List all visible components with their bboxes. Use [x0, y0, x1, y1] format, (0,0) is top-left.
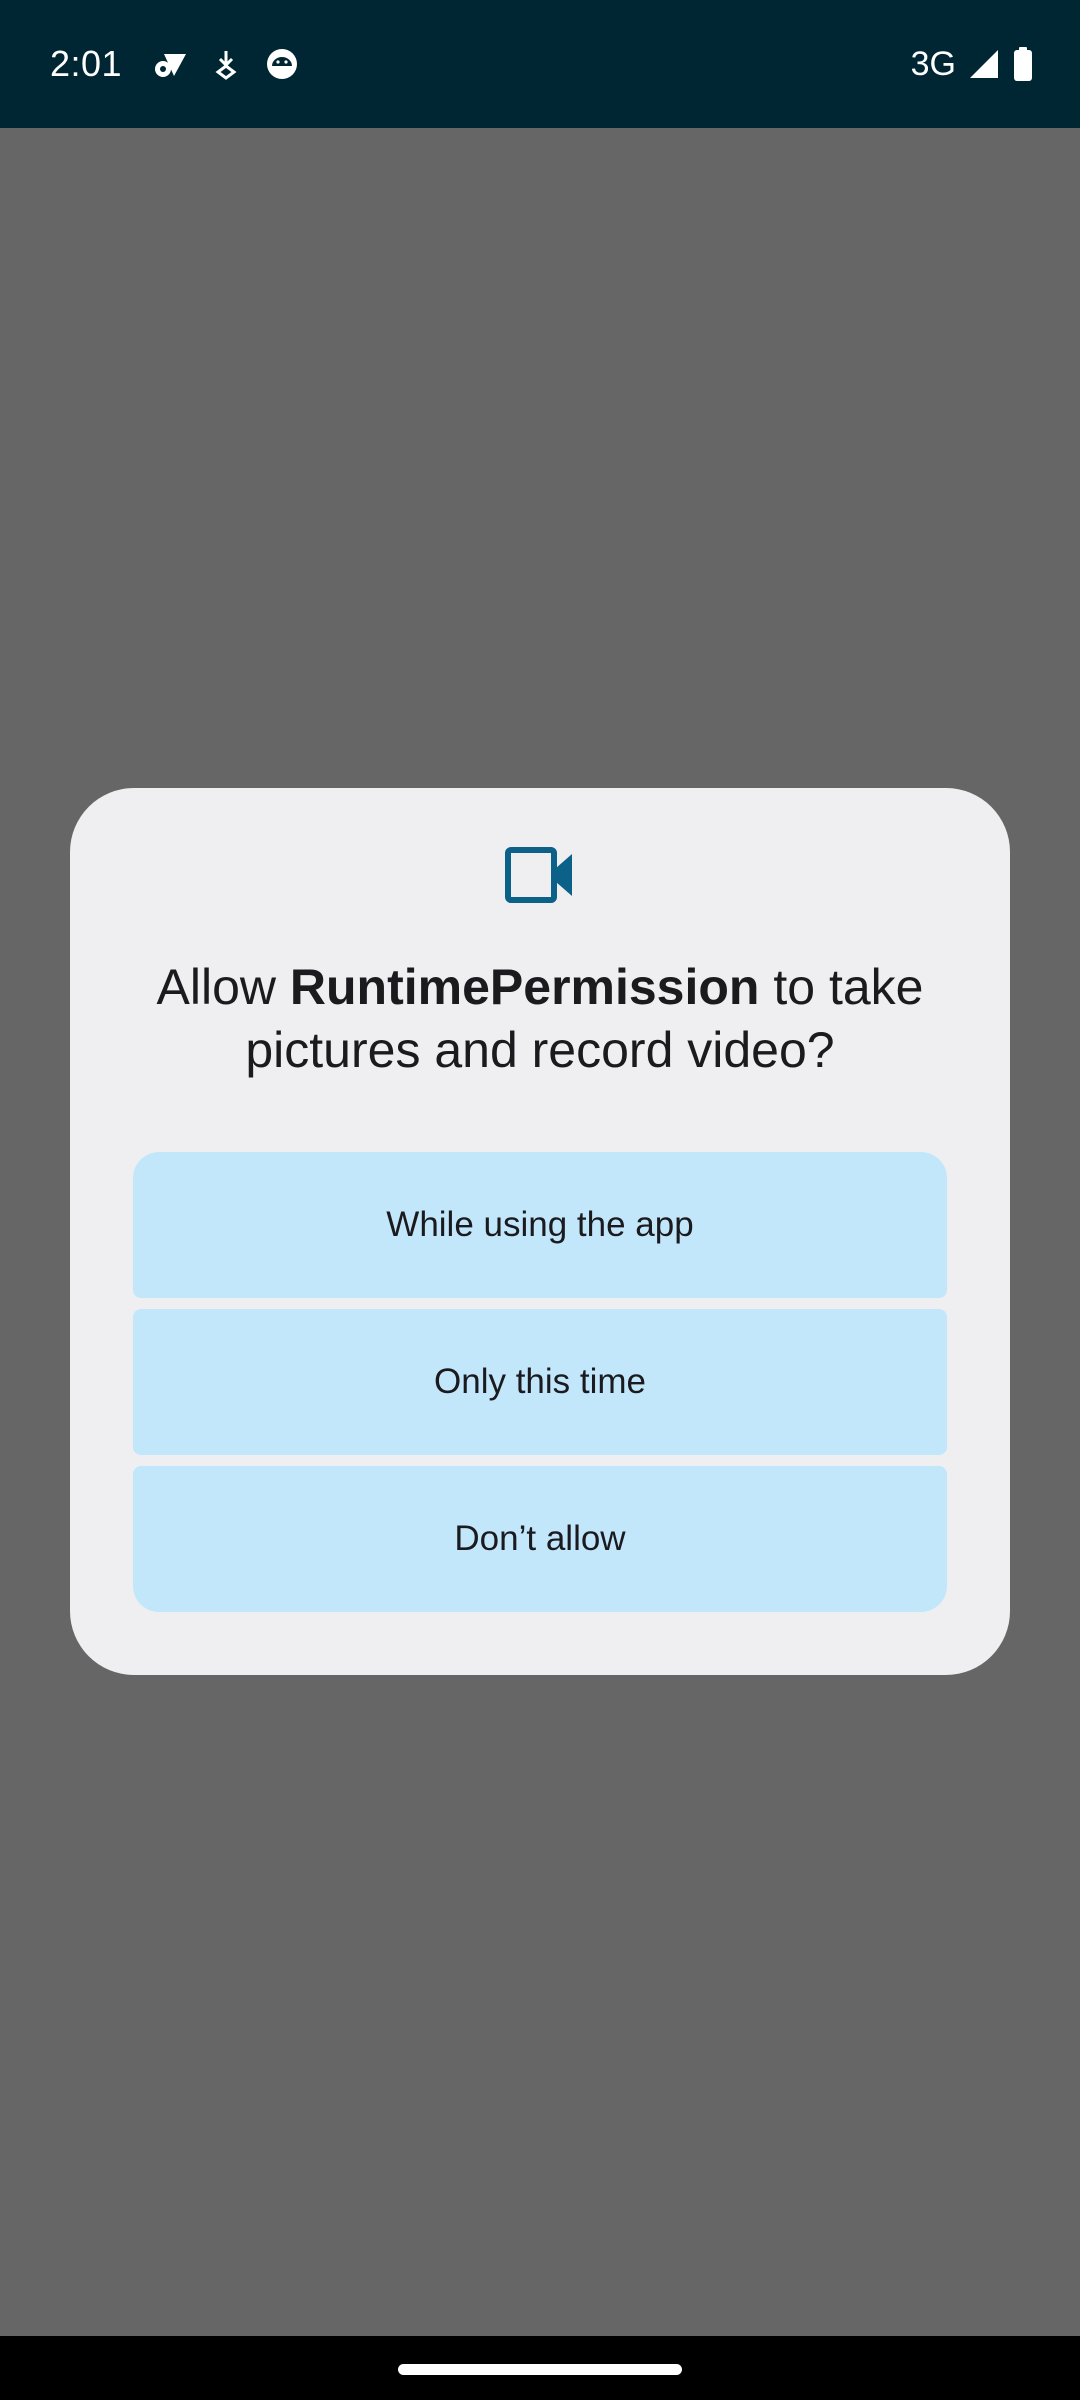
- status-time: 2:01: [50, 43, 123, 84]
- app-name: RuntimePermission: [289, 959, 760, 1015]
- button-label: While using the app: [386, 1205, 694, 1244]
- status-left: 2:01: [50, 43, 300, 85]
- dialog-title: Allow RuntimePermission to take pictures…: [130, 956, 950, 1082]
- status-bar: 2:01 3G: [0, 0, 1080, 128]
- network-type: 3G: [910, 44, 956, 83]
- button-label: Only this time: [434, 1362, 646, 1401]
- battery-icon: [1012, 46, 1034, 82]
- only-this-time-button[interactable]: Only this time: [133, 1309, 947, 1455]
- home-handle[interactable]: [398, 2364, 682, 2375]
- title-prefix: Allow: [156, 959, 290, 1015]
- settings-wifi-icon: [152, 46, 188, 82]
- status-right: 3G: [911, 45, 1034, 84]
- button-label: Don’t allow: [454, 1519, 626, 1558]
- dont-allow-button[interactable]: Don’t allow: [133, 1466, 947, 1612]
- permission-dialog: Allow RuntimePermission to take pictures…: [70, 788, 1010, 1675]
- navigation-bar: [0, 2336, 1080, 2400]
- videocam-icon: [504, 844, 576, 908]
- download-icon: [214, 48, 238, 80]
- while-using-app-button[interactable]: While using the app: [133, 1152, 947, 1298]
- android-head-icon: [264, 46, 300, 82]
- cell-signal-icon: [968, 48, 1000, 80]
